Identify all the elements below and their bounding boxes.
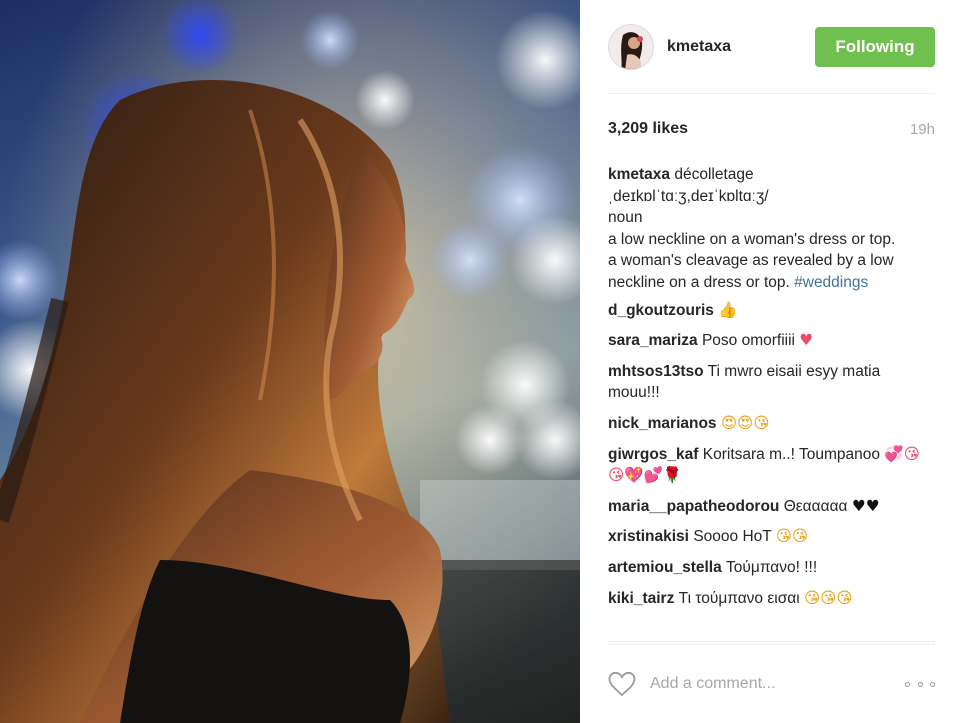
comment-username[interactable]: mhtsos13tso bbox=[608, 363, 704, 380]
dot-icon bbox=[917, 681, 923, 687]
comment-text: Koritsara m..! Toumpanoo bbox=[702, 445, 880, 463]
comment-username[interactable]: kiki_tairz bbox=[608, 590, 674, 607]
comment: d_gkoutzouris 👍 bbox=[608, 300, 935, 322]
heart-emoji-icon: ♥ bbox=[799, 331, 814, 350]
comment-text: Soooo HoT bbox=[693, 528, 772, 546]
avatar[interactable] bbox=[608, 23, 654, 70]
avatar-image bbox=[609, 24, 653, 69]
comment-text: Poso omorfiiii bbox=[701, 332, 795, 350]
caption-word: décolletage bbox=[674, 166, 754, 183]
comment-username[interactable]: sara_mariza bbox=[608, 332, 698, 349]
comment: maria__papatheodorou Θεααααα ♥♥ bbox=[608, 496, 935, 518]
comment: giwrgos_kaf Koritsara m..! Toumpanoo 💞😘😘… bbox=[608, 444, 935, 487]
post-author-username[interactable]: kmetaxa bbox=[667, 38, 731, 56]
comment: artemiou_stella Τούμπανο! !!! bbox=[608, 557, 935, 579]
kiss-emoji-icon: 😘😘 bbox=[775, 527, 809, 546]
post-header: kmetaxa Following bbox=[608, 0, 935, 94]
comment-username[interactable]: d_gkoutzouris bbox=[608, 302, 714, 319]
kiss-emoji-icon: 😘😘😘 bbox=[804, 588, 853, 607]
heart-icon[interactable] bbox=[608, 671, 636, 697]
comment: mhtsos13tso Ti mwro eisaii esyy matia mo… bbox=[608, 361, 935, 404]
comment-text: Τούμπανο! !!! bbox=[726, 558, 818, 576]
dot-icon bbox=[905, 681, 910, 687]
comments-list: kmetaxa décolletage ˌdeɪkɒlˈtɑːʒ,deɪˈkɒl… bbox=[608, 164, 935, 609]
comment: xristinakisi Soooo HoT 😘😘 bbox=[608, 526, 935, 548]
heart-eyes-emoji-icon: 😍😍😘 bbox=[720, 413, 770, 432]
comment-text: Θεααααα bbox=[783, 497, 848, 515]
comment-username[interactable]: artemiou_stella bbox=[608, 559, 722, 576]
caption-pronunciation: ˌdeɪkɒlˈtɑːʒ,deɪˈkɒltɑːʒ/ bbox=[608, 187, 769, 205]
comment: sara_mariza Poso omorfiiii ♥ bbox=[608, 330, 935, 352]
post-meta: 3,209 likes 19h bbox=[608, 94, 935, 164]
photo-artwork bbox=[0, 0, 580, 723]
black-heart-icon: ♥♥ bbox=[851, 496, 880, 515]
caption: kmetaxa décolletage ˌdeɪkɒlˈtɑːʒ,deɪˈkɒl… bbox=[608, 164, 935, 294]
dot-icon bbox=[930, 681, 935, 687]
comment-username[interactable]: xristinakisi bbox=[608, 528, 689, 545]
caption-word-class: noun bbox=[608, 209, 643, 227]
likes-count[interactable]: 3,209 likes bbox=[608, 120, 688, 138]
comment-text: Τι τούμπανο εισαι bbox=[678, 589, 800, 607]
caption-hashtag[interactable]: #weddings bbox=[794, 274, 868, 291]
add-comment-input[interactable] bbox=[650, 675, 905, 693]
caption-definition-1: a low neckline on a woman's dress or top… bbox=[608, 230, 896, 248]
post-footer bbox=[608, 644, 935, 723]
comment: nick_marianos 😍😍😘 bbox=[608, 413, 935, 435]
post-timestamp[interactable]: 19h bbox=[910, 121, 935, 138]
comments-divider bbox=[608, 641, 935, 642]
more-options-icon[interactable] bbox=[905, 674, 935, 694]
post-photo[interactable] bbox=[0, 0, 580, 723]
instagram-post: kmetaxa Following 3,209 likes 19h kmetax… bbox=[0, 0, 960, 723]
comment-username[interactable]: maria__papatheodorou bbox=[608, 498, 779, 515]
comment-username[interactable]: giwrgos_kaf bbox=[608, 446, 698, 463]
post-side-panel: kmetaxa Following 3,209 likes 19h kmetax… bbox=[580, 0, 960, 723]
comment: kiki_tairz Τι τούμπανο εισαι 😘😘😘 bbox=[608, 588, 935, 610]
thumbs-up-icon: 👍 bbox=[718, 300, 738, 319]
caption-username[interactable]: kmetaxa bbox=[608, 166, 670, 183]
following-button[interactable]: Following bbox=[815, 26, 935, 67]
comment-username[interactable]: nick_marianos bbox=[608, 415, 717, 432]
